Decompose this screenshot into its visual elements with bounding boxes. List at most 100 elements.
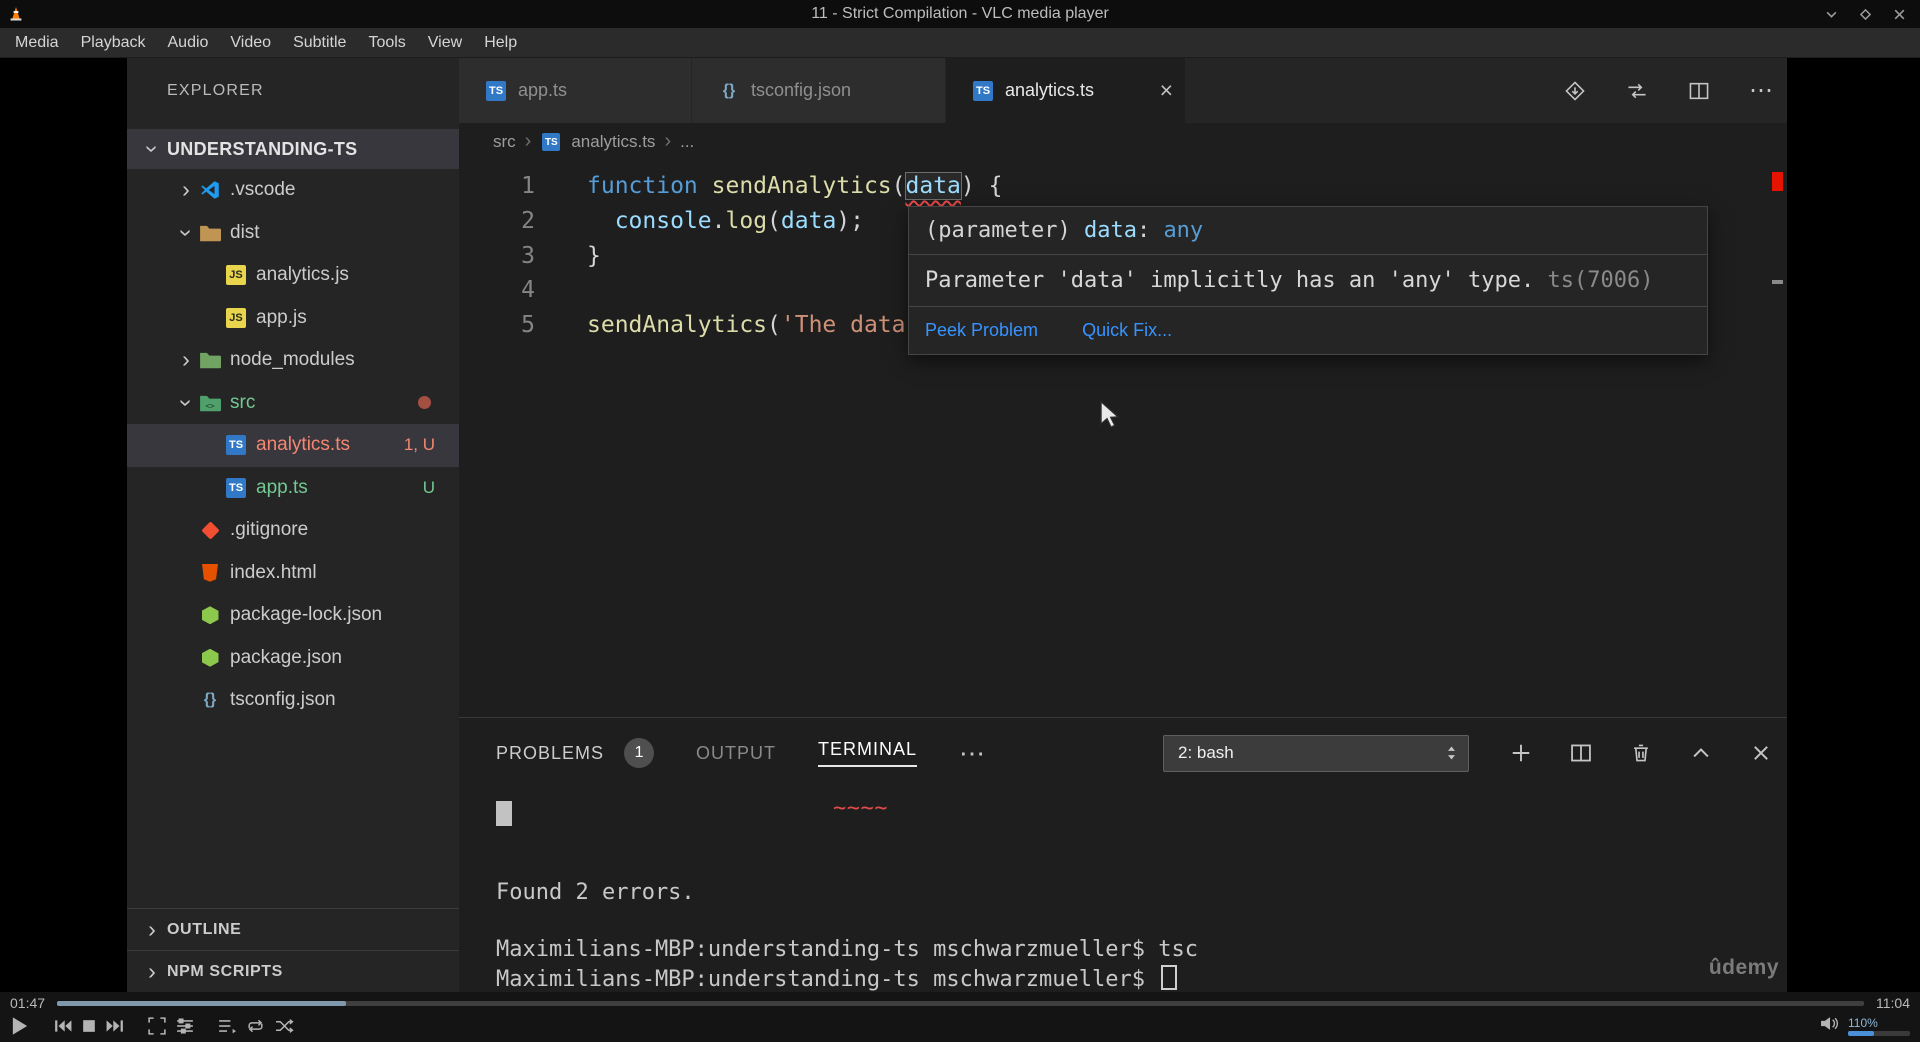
new-terminal-button[interactable] <box>1509 741 1533 765</box>
file-label: app.js <box>256 306 307 328</box>
terminal-error-squiggle: ~~~~ <box>833 796 888 821</box>
tab-output[interactable]: OUTPUT <box>696 743 776 764</box>
menu-item-video[interactable]: Video <box>219 28 282 58</box>
tree-item-src[interactable]: <> src <box>127 382 459 425</box>
shell-select-value: 2: bash <box>1178 743 1234 762</box>
tab-tsconfig-json[interactable]: tsconfig.json <box>692 58 946 123</box>
hover-signature: (parameter) data: any <box>909 207 1707 255</box>
section-label: OUTLINE <box>167 920 242 938</box>
extended-settings-button[interactable] <box>176 1014 194 1038</box>
breadcrumb-folder[interactable]: src <box>493 132 516 152</box>
html-icon <box>199 563 221 583</box>
fullscreen-button[interactable] <box>148 1014 166 1038</box>
menu-item-playback[interactable]: Playback <box>70 28 157 58</box>
tree-item-gitignore[interactable]: .gitignore <box>127 509 459 552</box>
terminal-prompt-line-2: Maximilians-MBP:understanding-ts mschwar… <box>496 965 1178 992</box>
terminal-prompt-text: Maximilians-MBP:understanding-ts mschwar… <box>496 967 1146 992</box>
chevron-down-icon <box>173 220 199 246</box>
open-changes-icon[interactable] <box>1563 79 1587 103</box>
svg-text:<>: <> <box>205 401 215 410</box>
more-panel-tabs-icon[interactable]: ⋯ <box>959 740 985 766</box>
terminal-content[interactable]: ~~~~ Found 2 errors. Maximilians-MBP:und… <box>459 788 1787 992</box>
chevron-right-icon <box>173 177 199 203</box>
file-label: index.html <box>230 561 317 583</box>
tree-item-app-ts[interactable]: app.ts U <box>127 467 459 510</box>
more-actions-icon[interactable]: ⋯ <box>1749 78 1773 103</box>
titlebar: 11 - Strict Compilation - VLC media play… <box>0 0 1920 28</box>
tab-label: analytics.ts <box>1005 80 1095 100</box>
file-label: tsconfig.json <box>230 689 336 711</box>
code-line-1: 1 function sendAnalytics(data) { <box>459 169 1787 204</box>
mouse-cursor-icon <box>1099 400 1123 435</box>
chevron-down-icon <box>173 390 199 416</box>
tab-analytics-ts[interactable]: analytics.ts × <box>946 58 1186 123</box>
menu-item-tools[interactable]: Tools <box>357 28 416 58</box>
next-button[interactable] <box>106 1014 124 1038</box>
braces-icon <box>718 81 740 101</box>
tree-item-analytics-ts[interactable]: analytics.ts 1, U <box>127 424 459 467</box>
volume-fill <box>1848 1030 1875 1036</box>
transport-buttons: 110% <box>0 1010 1920 1042</box>
section-label: NPM SCRIPTS <box>167 962 283 980</box>
menu-item-media[interactable]: Media <box>4 28 70 58</box>
scrollbar-position-marker[interactable] <box>1772 280 1783 284</box>
seek-bar[interactable] <box>57 1000 1864 1006</box>
random-button[interactable] <box>275 1014 294 1038</box>
video-area[interactable]: EXPLORER UNDERSTANDING-TS .vscode dist <box>0 58 1920 992</box>
minimize-button[interactable] <box>1822 5 1840 23</box>
npm-scripts-section[interactable]: NPM SCRIPTS <box>127 950 459 992</box>
previous-button[interactable] <box>54 1014 72 1038</box>
close-panel-button[interactable] <box>1749 741 1773 765</box>
tree-item-tsconfig[interactable]: tsconfig.json <box>127 679 459 722</box>
outline-section[interactable]: OUTLINE <box>127 908 459 950</box>
loop-button[interactable] <box>246 1014 265 1038</box>
tree-item-node-modules[interactable]: node_modules <box>127 339 459 382</box>
maximize-panel-button[interactable] <box>1689 741 1713 765</box>
tree-item-package-json[interactable]: package.json <box>127 637 459 680</box>
menu-item-audio[interactable]: Audio <box>157 28 220 58</box>
breadcrumb-file[interactable]: analytics.ts <box>571 132 655 152</box>
hover-message: Parameter 'data' implicitly has an 'any'… <box>909 255 1707 307</box>
tab-terminal[interactable]: TERMINAL <box>818 739 918 767</box>
terminal-shell-select[interactable]: 2: bash <box>1163 734 1469 772</box>
breadcrumb: src › analytics.ts › ... <box>459 123 1787 161</box>
vscode-frame: EXPLORER UNDERSTANDING-TS .vscode dist <box>127 58 1787 992</box>
tab-app-ts[interactable]: app.ts <box>459 58 692 123</box>
volume-slider[interactable] <box>1848 1030 1910 1036</box>
split-editor-icon[interactable] <box>1687 79 1711 103</box>
menu-item-help[interactable]: Help <box>473 28 528 58</box>
chevron-right-icon <box>173 347 199 373</box>
quick-fix-link[interactable]: Quick Fix... <box>1082 320 1172 341</box>
stop-button[interactable] <box>82 1014 96 1038</box>
tree-item-dist[interactable]: dist <box>127 212 459 255</box>
split-terminal-button[interactable] <box>1569 741 1593 765</box>
menu-item-view[interactable]: View <box>417 28 473 58</box>
tree-item-analytics-js[interactable]: analytics.js <box>127 254 459 297</box>
menu-item-subtitle[interactable]: Subtitle <box>282 28 357 58</box>
tree-item-app-js[interactable]: app.js <box>127 297 459 340</box>
compare-changes-icon[interactable] <box>1625 79 1649 103</box>
tab-problems[interactable]: PROBLEMS <box>496 743 604 764</box>
file-label: dist <box>230 221 260 243</box>
total-time: 11:04 <box>1876 995 1910 1011</box>
error-token: data <box>905 173 961 199</box>
playlist-button[interactable] <box>218 1014 236 1038</box>
tree-item-vscode[interactable]: .vscode <box>127 169 459 212</box>
ts-file-icon <box>225 477 247 498</box>
explorer-root-folder[interactable]: UNDERSTANDING-TS <box>127 129 459 169</box>
peek-problem-link[interactable]: Peek Problem <box>925 320 1038 341</box>
tree-item-index-html[interactable]: index.html <box>127 552 459 595</box>
explorer-sidebar: EXPLORER UNDERSTANDING-TS .vscode dist <box>127 58 459 992</box>
file-label: .vscode <box>230 179 296 201</box>
close-button[interactable] <box>1890 5 1908 23</box>
tree-item-package-lock[interactable]: package-lock.json <box>127 594 459 637</box>
scrollbar-error-marker <box>1772 172 1783 191</box>
maximize-button[interactable] <box>1856 5 1874 23</box>
play-button[interactable] <box>10 1014 30 1038</box>
breadcrumb-more[interactable]: ... <box>680 132 694 152</box>
kill-terminal-button[interactable] <box>1629 741 1653 765</box>
volume-percent: 110% <box>1848 1015 1878 1030</box>
close-tab-icon[interactable]: × <box>1160 79 1173 102</box>
